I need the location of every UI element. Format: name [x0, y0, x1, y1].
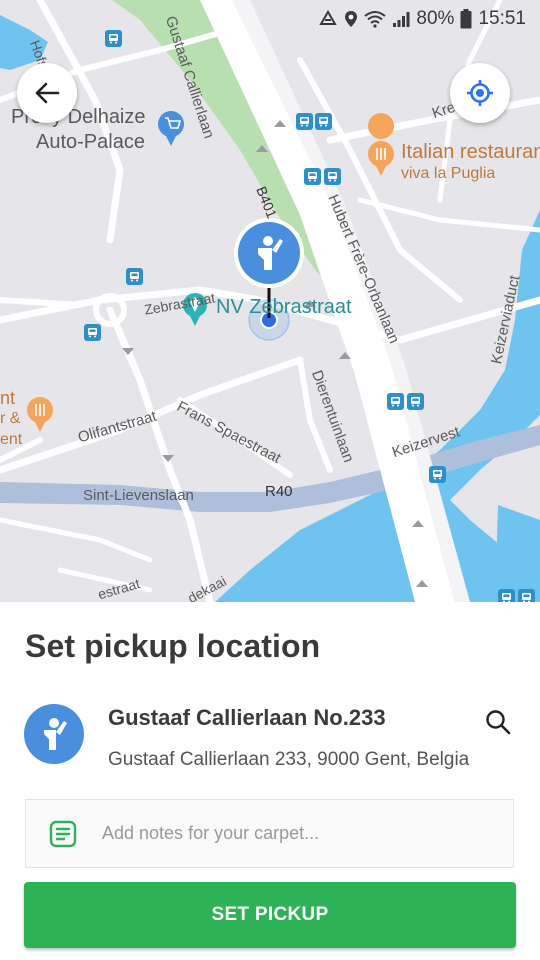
person-hand-raised-icon: [44, 718, 67, 750]
status-bar: 80% 15:51: [318, 0, 540, 38]
map-label-ent: ent: [0, 431, 23, 448]
avatar: [24, 704, 84, 764]
river-right-basin: [495, 505, 540, 600]
my-location-button[interactable]: [450, 63, 510, 123]
note-icon: [49, 820, 77, 848]
wifi-icon: [364, 10, 387, 28]
arrow-left-icon: [35, 82, 60, 104]
back-button[interactable]: [17, 63, 77, 123]
bus-stop-icon[interactable]: [296, 113, 313, 130]
bus-stop-icon[interactable]: [126, 268, 143, 285]
notes-field[interactable]: [25, 799, 514, 868]
set-pickup-button[interactable]: SET PICKUP: [24, 882, 516, 948]
search-button[interactable]: [482, 706, 514, 738]
bus-stop-icon[interactable]: [304, 168, 321, 185]
bus-stop-icon[interactable]: [387, 393, 404, 410]
map-label-r40: R40: [265, 483, 293, 500]
clock-time: 15:51: [478, 8, 526, 29]
map-label-sint-lievenslaan: Sint-Lievenslaan: [83, 487, 194, 504]
address-title[interactable]: Gustaaf Callierlaan No.233: [108, 705, 386, 731]
page-title: Set pickup location: [25, 628, 321, 664]
map-label-r-amp: r &: [0, 410, 21, 427]
map-label-nt: nt: [0, 388, 16, 408]
signal-icon: [392, 10, 410, 28]
bus-stop-icon[interactable]: [324, 168, 341, 185]
bus-stop-icon[interactable]: [429, 466, 446, 483]
map-label-nv-zebrastraat: NV Zebrastraat: [216, 296, 352, 318]
bus-stop-icon[interactable]: [315, 113, 332, 130]
map-label-italian-restaurant: Italian restauran: [401, 141, 540, 163]
address-subtitle: Gustaaf Callierlaan 233, 9000 Gent, Belg…: [108, 749, 470, 770]
notes-input[interactable]: [102, 800, 502, 867]
bus-stop-icon[interactable]: [498, 589, 515, 602]
bus-stop-icon[interactable]: [407, 393, 424, 410]
location-icon: [344, 10, 358, 28]
bus-stop-icon[interactable]: [105, 30, 122, 47]
map-label-viva-la-puglia: viva la Puglia: [401, 165, 496, 182]
search-icon: [486, 710, 511, 735]
bus-stop-icon[interactable]: [84, 324, 101, 341]
my-location-icon: [467, 80, 493, 106]
bus-stop-icon[interactable]: [518, 589, 535, 602]
map-label-auto-palace: Auto-Palace: [36, 131, 145, 153]
map-view[interactable]: Hofstraat Gustaaf Callierlaan Proxy Delh…: [0, 0, 540, 602]
battery-icon: [460, 9, 472, 29]
data-saver-icon: [318, 10, 338, 28]
battery-percent: 80%: [416, 8, 455, 29]
pickup-sheet: Set pickup location Gustaaf Callierlaan …: [0, 602, 540, 960]
